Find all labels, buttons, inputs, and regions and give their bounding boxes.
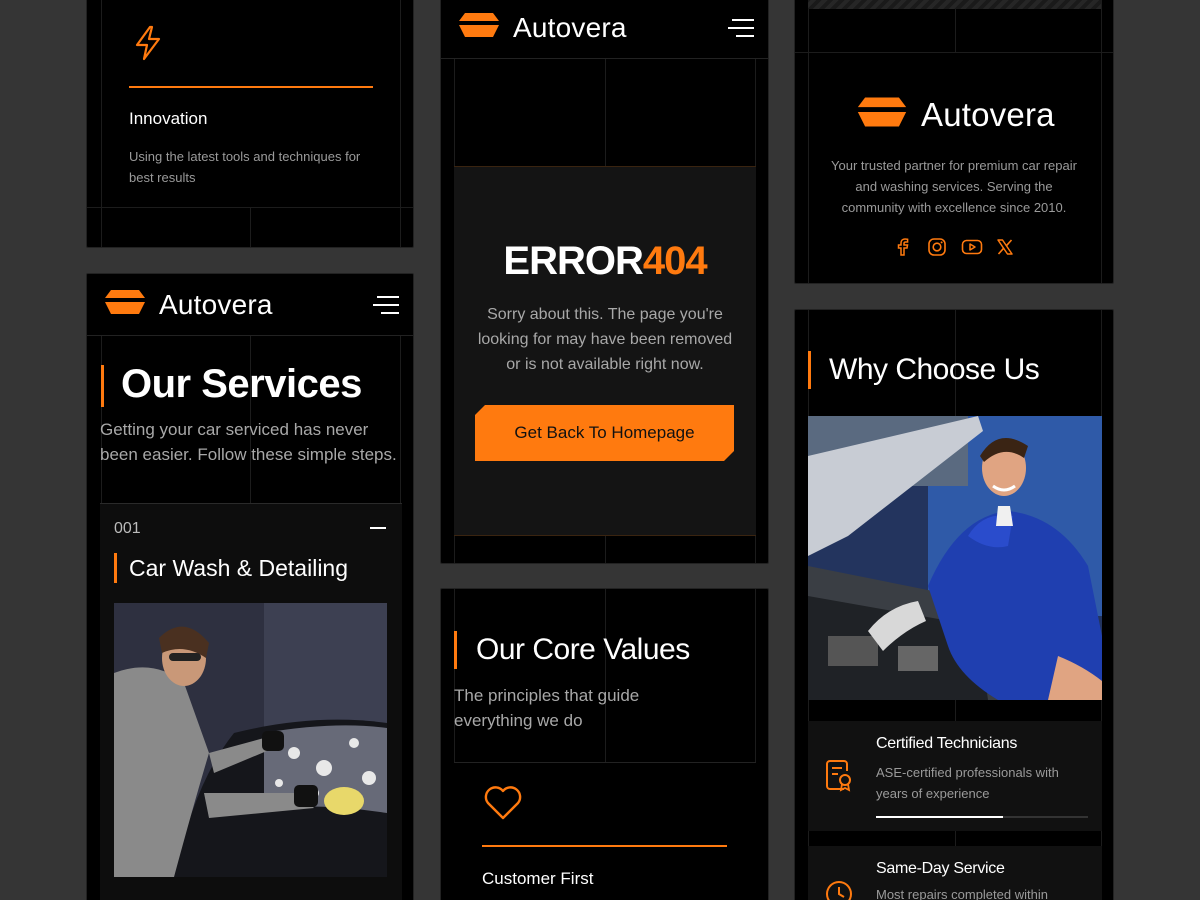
heart-icon	[483, 785, 523, 826]
mechanic-photo	[808, 416, 1102, 700]
error-word: ERROR	[503, 239, 643, 283]
core-values-title: Our Core Values	[476, 633, 690, 666]
core-values-card: Our Core Values The principles that guid…	[440, 588, 769, 900]
brand-logo[interactable]: Autovera	[101, 288, 273, 321]
why-choose-card: Why Choose Us Certified Technicians ASE-…	[794, 309, 1114, 900]
innovation-card: Innovation Using the latest tools and te…	[86, 0, 414, 248]
x-icon[interactable]	[995, 237, 1015, 257]
service-item[interactable]: 001 Car Wash & Detailing	[100, 503, 402, 900]
error-heading: ERROR404	[454, 239, 756, 284]
services-header: Autovera	[87, 274, 413, 336]
value-divider	[482, 845, 727, 847]
footer-brand-name: Autovera	[921, 95, 1055, 133]
feature-item: Same-Day Service Most repairs completed …	[808, 846, 1102, 900]
feature-text: Most repairs completed within	[876, 887, 1048, 900]
error-header: Autovera	[441, 0, 768, 59]
back-home-button[interactable]: Get Back To Homepage	[475, 405, 734, 461]
why-choose-title: Why Choose Us	[829, 353, 1040, 386]
error-message: Sorry about this. The page you're lookin…	[477, 306, 733, 373]
feature-text: ASE-certified professionals with years o…	[876, 765, 1059, 801]
error-code: 404	[642, 239, 708, 283]
innovation-title: Innovation	[129, 109, 208, 128]
brand-name: Autovera	[513, 11, 627, 43]
error-panel: ERROR404 Sorry about this. The page you'…	[454, 166, 756, 536]
instagram-icon[interactable]	[927, 237, 947, 257]
service-title: Car Wash & Detailing	[129, 555, 349, 581]
value-item: Customer First	[454, 762, 756, 900]
service-accent-bar	[114, 553, 117, 583]
feature-item: Certified Technicians ASE-certified prof…	[808, 721, 1102, 831]
menu-button[interactable]	[373, 294, 399, 316]
accent-bar	[808, 351, 811, 389]
accent-bar	[454, 631, 457, 669]
clock-icon	[824, 879, 854, 900]
footer-card: Autovera Your trusted partner for premiu…	[794, 0, 1114, 284]
core-values-subtitle: The principles that guide everything we …	[454, 686, 640, 730]
menu-button[interactable]	[728, 17, 754, 39]
services-title: Our Services	[121, 362, 362, 406]
youtube-icon[interactable]	[961, 237, 983, 257]
facebook-icon[interactable]	[893, 237, 913, 257]
autovera-logo-icon	[455, 11, 503, 44]
error-card: Autovera ERROR404 Sorry about this. The …	[440, 0, 769, 564]
footer-brand-logo[interactable]: Autovera	[853, 95, 1055, 134]
innovation-divider	[129, 86, 373, 88]
feature-progress-fill	[876, 816, 1004, 818]
hatch-strip	[808, 0, 1101, 9]
accent-bar	[101, 365, 104, 407]
services-subtitle: Getting your car serviced has never been…	[100, 420, 397, 464]
feature-title: Same-Day Service	[876, 860, 1005, 877]
feature-title: Certified Technicians	[876, 735, 1018, 752]
services-card: Autovera Our Services Getting your car s…	[86, 273, 414, 900]
feature-progress	[876, 816, 1088, 818]
car-wash-photo	[114, 603, 387, 877]
service-number: 001	[114, 520, 141, 537]
footer-description: Your trusted partner for premium car rep…	[831, 158, 1077, 215]
social-links	[795, 237, 1113, 257]
value-title: Customer First	[482, 869, 594, 888]
brand-name: Autovera	[159, 288, 273, 320]
lightning-icon	[133, 25, 163, 66]
autovera-logo-icon	[101, 288, 149, 321]
innovation-text: Using the latest tools and techniques fo…	[129, 149, 361, 185]
autovera-logo-icon	[853, 95, 911, 134]
certificate-icon	[824, 759, 854, 798]
brand-logo[interactable]: Autovera	[455, 11, 627, 44]
minus-icon[interactable]	[370, 527, 386, 529]
